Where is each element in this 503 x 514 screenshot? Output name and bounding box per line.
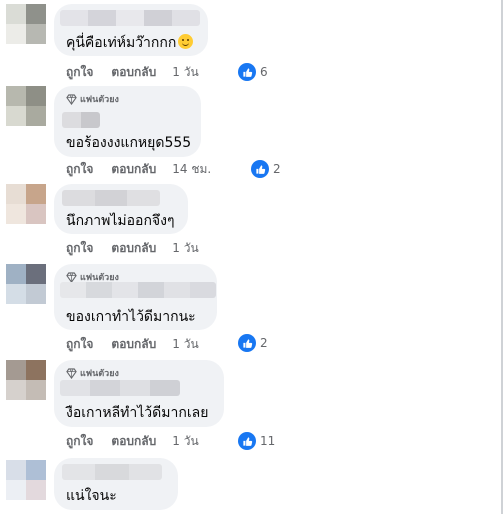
reply-button[interactable]: ตอบกลับ xyxy=(111,63,156,82)
comment-bubble: คุนี่คือเท่ห์มว๊ากกก xyxy=(54,4,208,56)
reaction-number: 11 xyxy=(260,434,276,448)
reaction-number: 6 xyxy=(260,65,268,79)
avatar[interactable] xyxy=(6,184,46,224)
reply-button[interactable]: ตอบกลับ xyxy=(111,432,156,451)
thumbs-up-icon xyxy=(251,160,269,178)
author-name-redacted[interactable] xyxy=(62,190,160,206)
comment-item: นึกภาพไม่ออกจึงๆ ถูกใจ ตอบกลับ 1 วัน xyxy=(0,184,503,260)
comment-text: ของเกาทำไว้ดีมากนะ xyxy=(66,309,196,325)
comment-actions: ถูกใจ ตอบกลับ 1 วัน xyxy=(66,336,199,352)
comment-time[interactable]: 1 วัน xyxy=(172,432,198,451)
avatar[interactable] xyxy=(6,360,46,400)
top-fan-badge[interactable]: แฟนตัวยง xyxy=(66,92,119,106)
comment-actions: ถูกใจ ตอบกลับ 1 วัน xyxy=(66,64,199,80)
like-button[interactable]: ถูกใจ xyxy=(66,239,93,258)
avatar[interactable] xyxy=(6,4,46,44)
comment-bubble: แฟนตัวยง ขอร้องงงแกหยุด555 xyxy=(54,86,201,157)
comment-time[interactable]: 14 ชม. xyxy=(172,160,211,179)
comment-time[interactable]: 1 วัน xyxy=(172,239,198,258)
thumbs-up-icon xyxy=(238,334,256,352)
like-button[interactable]: ถูกใจ xyxy=(66,160,93,179)
author-name-redacted[interactable] xyxy=(62,112,100,128)
comment-text: คุนี่คือเท่ห์มว๊ากกก xyxy=(66,32,194,54)
comment-actions: ถูกใจ ตอบกลับ 1 วัน xyxy=(66,240,199,256)
comment-text: นึกภาพไม่ออกจึงๆ xyxy=(66,213,175,229)
reply-button[interactable]: ตอบกลับ xyxy=(111,160,156,179)
reaction-count[interactable]: 2 xyxy=(238,334,268,352)
diamond-icon xyxy=(66,367,77,379)
avatar[interactable] xyxy=(6,86,46,126)
thumbs-up-icon xyxy=(238,432,256,450)
reaction-number: 2 xyxy=(273,162,281,176)
comment-time[interactable]: 1 วัน xyxy=(172,335,198,354)
avatar[interactable] xyxy=(6,264,46,304)
comment-bubble: แฟนตัวยง งือเกาหลีทำไว้ดีมากเลย xyxy=(54,360,224,427)
diamond-icon xyxy=(66,93,77,105)
author-name-redacted[interactable] xyxy=(60,380,180,396)
comment-bubble: แฟนตัวยง ของเกาทำไว้ดีมากนะ xyxy=(54,264,217,330)
reaction-number: 2 xyxy=(260,336,268,350)
comment-time[interactable]: 1 วัน xyxy=(172,63,198,82)
smiling-face-emoji xyxy=(178,34,194,49)
comment-text: ขอร้องงงแกหยุด555 xyxy=(66,135,192,151)
avatar[interactable] xyxy=(6,460,46,500)
reply-button[interactable]: ตอบกลับ xyxy=(111,239,156,258)
comment-item: แน่ใจนะ xyxy=(0,458,503,514)
reply-button[interactable]: ตอบกลับ xyxy=(111,335,156,354)
comment-item: แฟนตัวยง ของเกาทำไว้ดีมากนะ ถูกใจ ตอบกลั… xyxy=(0,264,503,356)
comment-text: แน่ใจนะ xyxy=(66,488,117,504)
like-button[interactable]: ถูกใจ xyxy=(66,432,93,451)
reaction-count[interactable]: 2 xyxy=(251,160,281,178)
diamond-icon xyxy=(66,271,77,283)
like-button[interactable]: ถูกใจ xyxy=(66,335,93,354)
comment-bubble: แน่ใจนะ xyxy=(54,458,178,510)
like-button[interactable]: ถูกใจ xyxy=(66,63,93,82)
top-fan-badge[interactable]: แฟนตัวยง xyxy=(66,366,119,380)
comment-text: งือเกาหลีทำไว้ดีมากเลย xyxy=(66,405,209,421)
thumbs-up-icon xyxy=(238,63,256,81)
comment-item: แฟนตัวยง งือเกาหลีทำไว้ดีมากเลย ถูกใจ ตอ… xyxy=(0,360,503,454)
comment-item: แฟนตัวยง ขอร้องงงแกหยุด555 ถูกใจ ตอบกลับ… xyxy=(0,86,503,182)
reaction-count[interactable]: 11 xyxy=(238,432,275,450)
comment-bubble: นึกภาพไม่ออกจึงๆ xyxy=(54,184,188,234)
comment-actions: ถูกใจ ตอบกลับ 1 วัน xyxy=(66,433,199,449)
author-name-redacted[interactable] xyxy=(60,282,216,298)
comment-item: คุนี่คือเท่ห์มว๊ากกก ถูกใจ ตอบกลับ 1 วัน… xyxy=(0,4,503,86)
author-name-redacted[interactable] xyxy=(60,10,200,26)
reaction-count[interactable]: 6 xyxy=(238,63,268,81)
comment-actions: ถูกใจ ตอบกลับ 14 ชม. xyxy=(66,161,211,177)
author-name-redacted[interactable] xyxy=(62,464,162,480)
